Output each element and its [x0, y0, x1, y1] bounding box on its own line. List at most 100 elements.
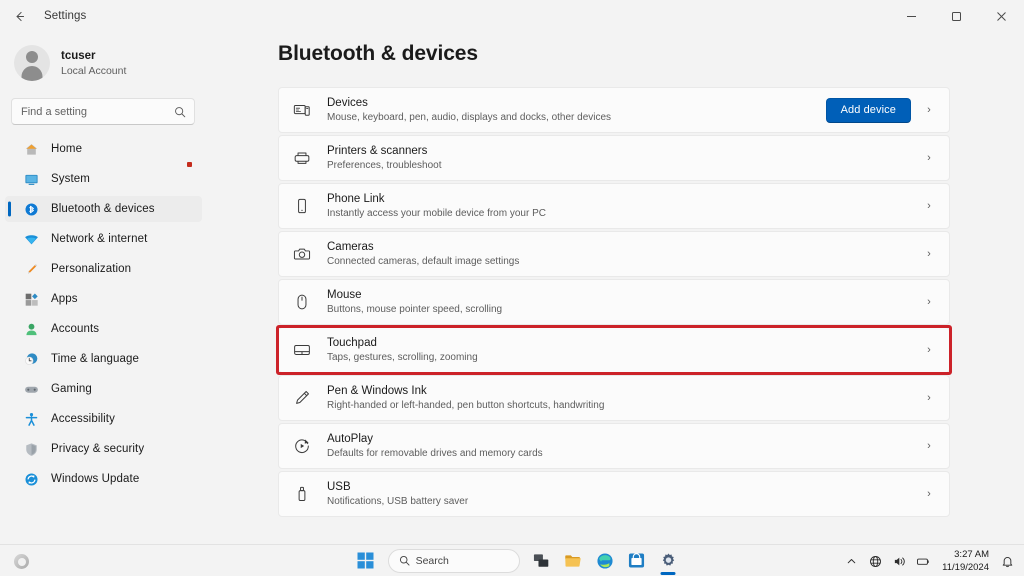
chevron-right-icon[interactable]: ›: [921, 440, 937, 452]
battery-tray-button[interactable]: [912, 548, 934, 574]
pen-icon: [292, 388, 312, 408]
row-title: Printers & scanners: [327, 144, 442, 158]
chevron-right-icon[interactable]: ›: [921, 344, 937, 356]
account-type: Local Account: [61, 64, 126, 78]
sidebar-item-label: Gaming: [51, 383, 92, 395]
volume-tray-button[interactable]: [888, 548, 910, 574]
sidebar-item-label: Privacy & security: [51, 443, 144, 455]
sidebar-item-label: Time & language: [51, 353, 139, 365]
chevron-up-icon: [846, 556, 857, 567]
settings-icon: [660, 552, 677, 569]
row-title: Touchpad: [327, 336, 478, 350]
start-button[interactable]: [352, 546, 380, 576]
usb-icon: [292, 484, 312, 504]
settings-row-autoplay[interactable]: AutoPlay Defaults for removable drives a…: [278, 423, 950, 469]
sidebar-item-bluetooth-devices[interactable]: Bluetooth & devices: [5, 196, 202, 222]
row-subtitle: Defaults for removable drives and memory…: [327, 447, 543, 460]
title-bar: Settings: [0, 0, 1024, 32]
row-subtitle: Mouse, keyboard, pen, audio, displays an…: [327, 111, 611, 124]
accessibility-icon: [23, 411, 39, 427]
settings-row-usb[interactable]: USB Notifications, USB battery saver ›: [278, 471, 950, 517]
settings-row-printers-scanners[interactable]: Printers & scanners Preferences, trouble…: [278, 135, 950, 181]
chevron-right-icon[interactable]: ›: [921, 200, 937, 212]
maximize-icon: [951, 11, 962, 22]
sidebar-item-accounts[interactable]: Accounts: [5, 316, 202, 342]
tray-expand-button[interactable]: [840, 548, 862, 574]
network-tray-button[interactable]: [864, 548, 886, 574]
sidebar-item-label: System: [51, 173, 90, 185]
chevron-right-icon[interactable]: ›: [921, 248, 937, 260]
home-icon: [23, 141, 39, 157]
sidebar-item-label: Personalization: [51, 263, 131, 275]
autoplay-icon: [292, 436, 312, 456]
sidebar-item-time-language[interactable]: Time & language: [5, 346, 202, 372]
touchpad-icon: [292, 340, 312, 360]
sidebar-item-apps[interactable]: Apps: [5, 286, 202, 312]
row-title: Devices: [327, 96, 611, 110]
sidebar-item-accessibility[interactable]: Accessibility: [5, 406, 202, 432]
sidebar-item-home[interactable]: Home: [5, 136, 202, 162]
minimize-button[interactable]: [889, 0, 934, 32]
taskbar-search[interactable]: Search: [388, 549, 520, 573]
settings-taskbar-button[interactable]: [654, 546, 682, 576]
sidebar-item-label: Apps: [51, 293, 78, 305]
network-icon: [23, 231, 39, 247]
notifications-button[interactable]: [996, 548, 1018, 574]
main-content: Bluetooth & devices Devices Mouse, keybo…: [208, 32, 1024, 544]
task-view-button[interactable]: [528, 546, 556, 576]
printer-icon: [292, 148, 312, 168]
settings-window: Settings tcuser: [0, 0, 1024, 576]
chevron-right-icon[interactable]: ›: [921, 104, 937, 116]
file-explorer-icon: [564, 552, 582, 570]
settings-row-cameras[interactable]: Cameras Connected cameras, default image…: [278, 231, 950, 277]
personalization-icon: [23, 261, 39, 277]
sidebar-item-gaming[interactable]: Gaming: [5, 376, 202, 402]
volume-tray-icon: [893, 555, 906, 568]
search-icon: [174, 106, 186, 118]
back-arrow-icon: [13, 10, 26, 23]
sidebar-item-system[interactable]: System: [5, 166, 202, 192]
chevron-right-icon[interactable]: ›: [921, 488, 937, 500]
microsoft-edge-icon: [596, 552, 614, 570]
chevron-right-icon[interactable]: ›: [921, 296, 937, 308]
close-button[interactable]: [979, 0, 1024, 32]
window-controls: [889, 0, 1024, 32]
account-section[interactable]: tcuser Local Account: [0, 32, 208, 88]
microsoft-edge-button[interactable]: [591, 546, 619, 576]
clock-date: 11/19/2024: [942, 562, 989, 573]
add-device-button[interactable]: Add device: [826, 98, 911, 123]
sidebar-item-windows-update[interactable]: Windows Update: [5, 466, 202, 492]
file-explorer-button[interactable]: [560, 546, 588, 576]
maximize-button[interactable]: [934, 0, 979, 32]
microsoft-store-button[interactable]: [623, 546, 651, 576]
row-title: AutoPlay: [327, 432, 543, 446]
gaming-icon: [23, 381, 39, 397]
settings-row-touchpad[interactable]: Touchpad Taps, gestures, scrolling, zoom…: [278, 327, 950, 373]
status-badge: [187, 162, 192, 167]
sidebar-item-label: Accounts: [51, 323, 99, 335]
settings-row-pen-windows-ink[interactable]: Pen & Windows Ink Right-handed or left-h…: [278, 375, 950, 421]
time-language-icon: [23, 351, 39, 367]
sidebar: tcuser Local Account: [0, 32, 208, 544]
clock-time: 3:27 AM: [954, 549, 989, 560]
search-input[interactable]: [12, 99, 194, 124]
row-subtitle: Buttons, mouse pointer speed, scrolling: [327, 303, 502, 316]
sidebar-item-privacy-security[interactable]: Privacy & security: [5, 436, 202, 462]
search-box[interactable]: [11, 98, 195, 125]
clock[interactable]: 3:27 AM 11/19/2024: [936, 549, 994, 573]
back-button[interactable]: [2, 1, 36, 31]
close-icon: [996, 11, 1007, 22]
sidebar-item-personalization[interactable]: Personalization: [5, 256, 202, 282]
avatar: [14, 45, 50, 81]
settings-row-phone-link[interactable]: Phone Link Instantly access your mobile …: [278, 183, 950, 229]
row-subtitle: Notifications, USB battery saver: [327, 495, 468, 508]
sidebar-item-network-internet[interactable]: Network & internet: [5, 226, 202, 252]
settings-row-devices[interactable]: Devices Mouse, keyboard, pen, audio, dis…: [278, 87, 950, 133]
desktop-shortcut-icon[interactable]: [14, 554, 29, 569]
row-subtitle: Taps, gestures, scrolling, zooming: [327, 351, 478, 364]
row-title: USB: [327, 480, 468, 494]
bluetooth-icon: [23, 201, 39, 217]
chevron-right-icon[interactable]: ›: [921, 152, 937, 164]
chevron-right-icon[interactable]: ›: [921, 392, 937, 404]
settings-row-mouse[interactable]: Mouse Buttons, mouse pointer speed, scro…: [278, 279, 950, 325]
